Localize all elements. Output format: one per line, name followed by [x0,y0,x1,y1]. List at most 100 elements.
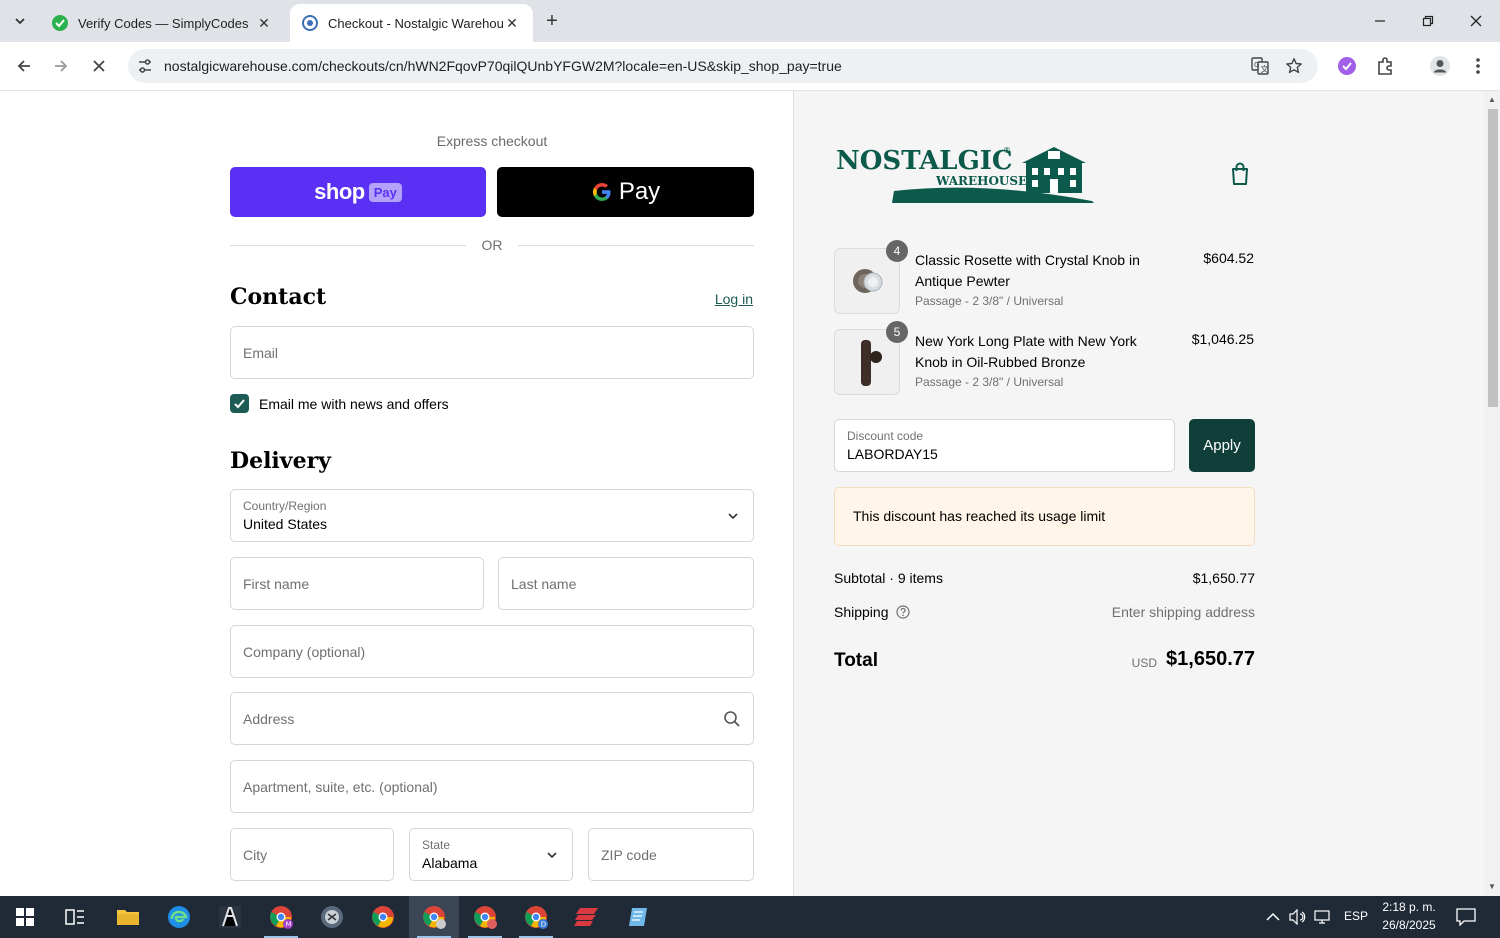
tab-checkout[interactable]: Checkout - Nostalgic Warehouse ✕ [290,4,533,42]
vpn-app-icon [574,908,598,926]
scrollbar-thumb[interactable] [1488,109,1498,407]
clock-time: 2:18 p. m. [1382,900,1436,914]
svg-text:G: G [1254,61,1259,69]
close-icon[interactable]: ✕ [503,14,521,32]
windows-logo-icon [16,908,34,926]
shopping-bag-icon[interactable] [1228,161,1252,187]
apartment-field[interactable]: Apartment, suite, etc. (optional) [230,760,754,813]
country-select[interactable]: Country/Region United States [230,489,754,542]
arrow-right-icon [55,60,68,72]
shipping-label: Shipping [834,604,889,620]
nostalgic-favicon-icon [302,15,318,31]
email-field[interactable]: Email [230,326,754,379]
notes-app-button[interactable] [613,896,663,938]
file-explorer-button[interactable] [103,896,153,938]
chevron-down-icon [15,18,25,25]
chevron-down-icon [728,512,738,519]
chrome-profile-button[interactable] [460,896,510,938]
input-language[interactable]: ESP [1344,909,1368,923]
address-field[interactable]: Address [230,692,754,745]
task-view-button[interactable] [50,896,100,938]
total-value: $1,650.77 [1166,648,1255,670]
company-field[interactable]: Company (optional) [230,625,754,678]
discount-code-field[interactable]: Discount code LABORDAY15 [834,419,1175,472]
restore-button[interactable] [1405,6,1451,36]
discount-code-value: LABORDAY15 [847,446,938,462]
minimize-button[interactable] [1357,6,1403,36]
profile-avatar-icon[interactable] [1428,54,1452,78]
chrome-profile-active-button[interactable] [409,896,459,938]
chrome-icon [372,906,394,928]
volume-icon[interactable] [1289,909,1307,925]
nostalgic-warehouse-logo[interactable]: NOSTALGIC ® WAREHOUSE [834,141,1094,203]
google-g-icon [592,183,611,201]
scroll-up-icon[interactable]: ▲ [1487,95,1497,105]
close-icon [1470,15,1482,27]
zip-field[interactable]: ZIP code [588,828,754,881]
house-icon [1022,147,1086,193]
close-icon [93,60,105,72]
forward-button[interactable] [46,51,76,81]
help-circle-icon[interactable] [896,605,910,619]
notifications-icon[interactable] [1456,908,1476,926]
total-label: Total [834,650,878,671]
site-settings-icon[interactable] [136,57,154,75]
chrome-button[interactable] [358,896,408,938]
start-button[interactable] [0,896,50,938]
item-name: Classic Rosette with Crystal Knob in Ant… [915,252,1140,289]
item-variant: Passage - 2 3/8" / Universal [915,375,1064,389]
line-item: 4 Classic Rosette with Crystal Knob in A… [834,240,1254,316]
tab-simplycodes[interactable]: Verify Codes — SimplyCodes ✕ [40,4,285,42]
extensions-puzzle-icon[interactable] [1373,54,1397,78]
city-field[interactable]: City [230,828,394,881]
show-hidden-icons-icon[interactable] [1266,912,1280,922]
close-window-button[interactable] [1453,6,1499,36]
news-offers-checkbox[interactable] [230,394,249,413]
chrome-icon: M [270,906,293,929]
back-button[interactable] [9,51,39,81]
country-label: Country/Region [243,499,327,513]
shop-pay-badge: Pay [368,182,402,202]
minimize-icon [1375,20,1385,22]
windows-taskbar: M D ESP 2:18 p. m. 26/8/2025 [0,896,1500,938]
state-select[interactable]: State Alabama [409,828,573,881]
checkmark-icon [234,399,245,409]
last-name-field[interactable]: Last name [498,557,754,610]
apply-discount-button[interactable]: Apply [1189,419,1255,472]
close-icon[interactable]: ✕ [255,14,273,32]
page-scrollbar[interactable]: ▲ ▼ [1484,91,1500,896]
first-name-field[interactable]: First name [230,557,484,610]
chrome-profile-m-button[interactable]: M [256,896,306,938]
bookmark-star-icon[interactable] [1283,55,1305,77]
subtotal-row: Subtotal · 9 items $1,650.77 [834,570,1255,586]
tab-search-button[interactable] [6,8,34,34]
tab-title: Verify Codes — SimplyCodes [78,15,249,31]
new-tab-button[interactable]: + [540,9,564,33]
news-offers-option[interactable]: Email me with news and offers [230,394,449,413]
extension-simplycodes-icon[interactable] [1335,54,1359,78]
item-price: $604.52 [1203,250,1254,266]
expressvpn-button[interactable] [562,896,612,938]
express-checkout-label: Express checkout [436,133,548,149]
total-currency: USD [1131,656,1157,670]
edge-button[interactable] [154,896,204,938]
network-icon[interactable] [1314,909,1332,925]
game-app-button[interactable] [205,896,255,938]
discount-error-notice: This discount has reached its usage limi… [834,487,1255,546]
divider-line [518,245,754,246]
chrome-profile-d-button[interactable]: D [511,896,561,938]
address-bar[interactable]: nostalgicwarehouse.com/checkouts/cn/hWN2… [128,49,1318,83]
translate-icon[interactable]: 文G [1249,55,1271,77]
browser-menu-icon[interactable] [1466,54,1490,78]
taskbar-clock[interactable]: 2:18 p. m. 26/8/2025 [1372,898,1446,934]
product-thumbnail: 4 [834,240,908,314]
clock-date: 26/8/2025 [1382,918,1436,932]
shop-pay-button[interactable]: shop Pay [230,167,486,217]
google-pay-button[interactable]: Pay [497,167,754,217]
discount-code-label: Discount code [847,429,924,443]
log-in-link[interactable]: Log in [715,291,753,307]
scroll-down-icon[interactable]: ▼ [1487,882,1497,892]
app-button[interactable] [307,896,357,938]
stop-loading-button[interactable] [84,51,114,81]
tab-strip: Verify Codes — SimplyCodes ✕ Checkout - … [0,0,1500,42]
